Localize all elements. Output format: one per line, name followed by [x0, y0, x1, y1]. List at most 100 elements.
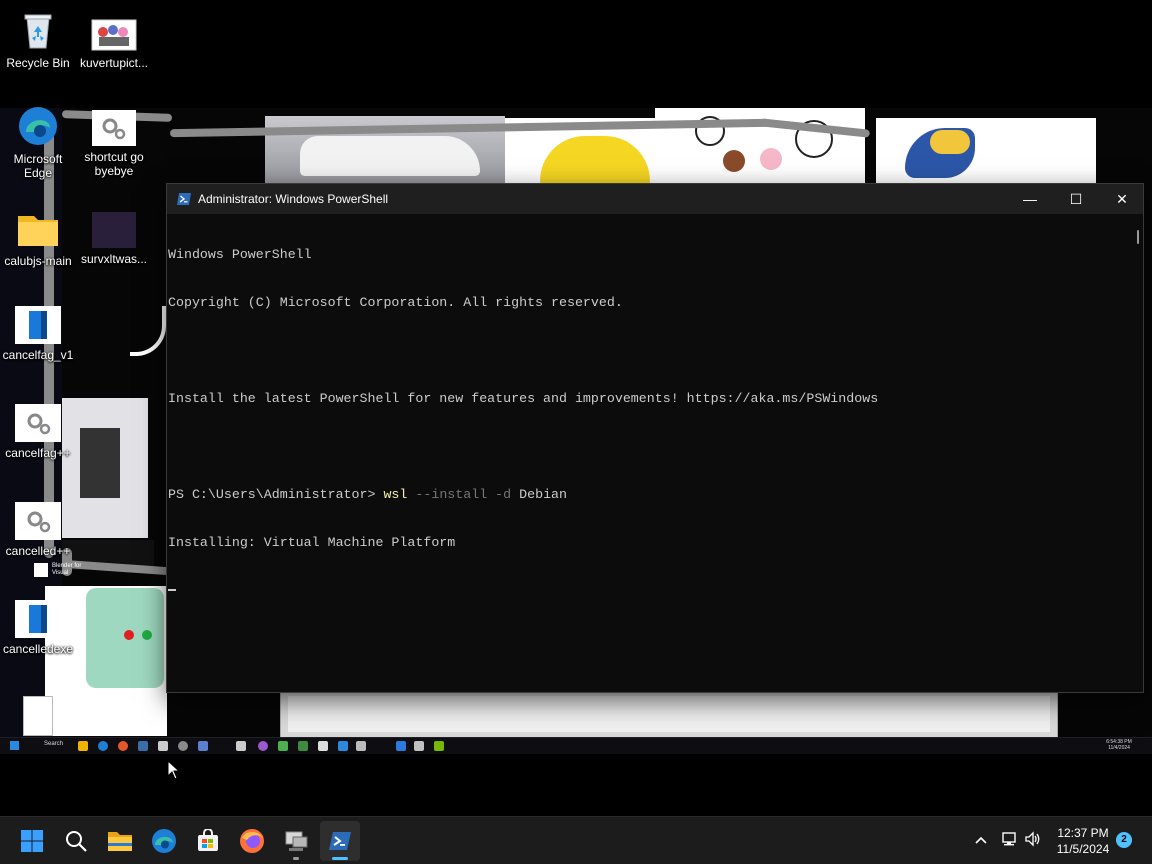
desktop-icon-recycle-bin[interactable]: Recycle Bin: [0, 8, 76, 70]
wallpaper-label-calubjs: calubjs-main: [4, 254, 72, 268]
minimize-icon: —: [1023, 191, 1037, 207]
wallpaper-label-cancelfag-v1: cancelfag_v1: [2, 348, 74, 362]
wallpaper-icon-cancelfag-pp: cancelfag++: [0, 404, 76, 460]
network-icon: [1000, 831, 1018, 852]
wallpaper-label-cancelled-pp: cancelled++: [5, 544, 71, 558]
app-icon: [338, 741, 348, 751]
gear-icon: [15, 404, 61, 442]
terminal-scrollbar[interactable]: [1129, 214, 1143, 692]
wallpaper-icon-calubjs: calubjs-main: [0, 206, 76, 268]
taskbar-clock[interactable]: 12:37 PM 11/5/2024: [1050, 825, 1116, 857]
minimize-button[interactable]: —: [1007, 184, 1053, 214]
folder-icon: [78, 741, 88, 751]
document-icon: [15, 600, 61, 638]
folder-icon: [16, 206, 60, 250]
wallpaper-label-cancelfag-pp: cancelfag++: [5, 446, 71, 460]
wallpaper-taskbar: [0, 737, 1152, 754]
running-indicator: [293, 857, 299, 860]
terminal-line-header: Windows PowerShell: [168, 247, 312, 262]
start-button[interactable]: [12, 821, 52, 861]
wallpaper-label-survxltwas: survxltwas...: [80, 252, 147, 266]
speaker-icon: [1024, 830, 1042, 852]
terminal-output[interactable]: Windows PowerShell Copyright (C) Microso…: [167, 214, 1129, 692]
search-button[interactable]: [56, 821, 96, 861]
gear-icon: [15, 502, 61, 540]
maximize-icon: ☐: [1069, 190, 1083, 207]
active-indicator: [332, 857, 348, 860]
wallpaper-icon-shortcut: shortcut go byebye: [76, 110, 152, 178]
scrollbar-thumb[interactable]: [1137, 230, 1139, 244]
app-icon: [278, 741, 288, 751]
mouse-pointer-icon: [167, 759, 181, 785]
terminal-cursor: [168, 589, 176, 592]
close-button[interactable]: ✕: [1099, 184, 1145, 214]
taskbar: 12:37 PM 11/5/2024: [0, 816, 1152, 864]
remote-desktop-button[interactable]: [276, 821, 316, 861]
app-icon: [258, 741, 268, 751]
app-icon: [414, 741, 424, 751]
edge-button[interactable]: [144, 821, 184, 861]
edge-icon: [16, 104, 60, 148]
steam-icon: [138, 741, 148, 751]
recycle-bin-icon: [16, 8, 60, 52]
search-icon: [66, 831, 87, 852]
clock-time: 12:37 PM: [1057, 826, 1109, 840]
volume-button[interactable]: [1022, 817, 1044, 864]
powershell-taskbar-button[interactable]: [320, 821, 360, 861]
image-file-icon: [92, 212, 136, 248]
firefox-icon: [240, 829, 264, 853]
wallpaper-label-edge: Microsoft Edge: [13, 152, 63, 180]
wallpaper-icon-cancelledexe: cancelledexe: [0, 600, 76, 656]
terminal-command-distro: Debian: [519, 487, 568, 502]
wallpaper-label-cancelledexe: cancelledexe: [2, 642, 74, 656]
show-hidden-icons-button[interactable]: [970, 817, 992, 864]
terminal-command-args: --install -d: [407, 487, 520, 502]
document-icon: [15, 306, 61, 344]
text-file-icon: [23, 696, 53, 736]
wallpaper-icon-survxltwas: survxltwas...: [76, 212, 152, 266]
app-icon: [198, 741, 208, 751]
app-icon: [158, 741, 168, 751]
close-icon: ✕: [1116, 190, 1128, 207]
file-explorer-button[interactable]: [100, 821, 140, 861]
app-icon: [434, 741, 444, 751]
app-icon: [396, 741, 406, 751]
app-icon: [356, 741, 366, 751]
remote-desktop-icon: [285, 831, 308, 851]
network-button[interactable]: [998, 817, 1020, 864]
maximize-button[interactable]: ☐: [1053, 184, 1099, 214]
firefox-button[interactable]: [232, 821, 272, 861]
gear-icon: [92, 110, 136, 146]
app-icon: [318, 741, 328, 751]
folder-icon: [108, 832, 132, 851]
wallpaper-label-shortcut: shortcut go byebye: [84, 150, 144, 178]
windows-logo-icon: [21, 830, 43, 852]
store-button[interactable]: [188, 821, 228, 861]
chevron-up-icon: [974, 832, 988, 850]
desktop-icon-kuvertupict[interactable]: kuvertupict...: [76, 8, 152, 70]
app-icon: [178, 741, 188, 751]
blender-icon: [34, 563, 48, 577]
wallpaper-icon-cancelfag-v1: cancelfag_v1: [0, 306, 76, 362]
powershell-titlebar[interactable]: Administrator: Windows PowerShell — ☐ ✕: [167, 184, 1143, 214]
notification-badge[interactable]: 2: [1116, 832, 1132, 848]
terminal-line-cursor: [168, 583, 1129, 599]
wallpaper-clock: 6:54:38 PM 11/4/2024: [1104, 739, 1134, 751]
app-icon: [298, 741, 308, 751]
wallpaper-clock-date: 11/4/2024: [1108, 745, 1130, 751]
terminal-line-progress: Installing: Virtual Machine Platform: [168, 535, 456, 550]
edge-icon: [152, 829, 176, 853]
wallpaper-icon-edge: Microsoft Edge: [0, 104, 76, 180]
terminal-command-name: wsl: [383, 487, 408, 502]
terminal-prompt: PS C:\Users\Administrator>: [168, 487, 384, 502]
edge-icon: [98, 741, 108, 751]
powershell-window[interactable]: Administrator: Windows PowerShell — ☐ ✕ …: [166, 183, 1144, 693]
app-icon: [236, 741, 246, 751]
blender-label: Blender for Visual: [52, 563, 82, 576]
firefox-icon: [118, 741, 128, 751]
powershell-icon: [176, 191, 192, 207]
wallpaper-search-label: Search: [44, 741, 64, 747]
kuvertupict-label: kuvertupict...: [79, 56, 149, 70]
